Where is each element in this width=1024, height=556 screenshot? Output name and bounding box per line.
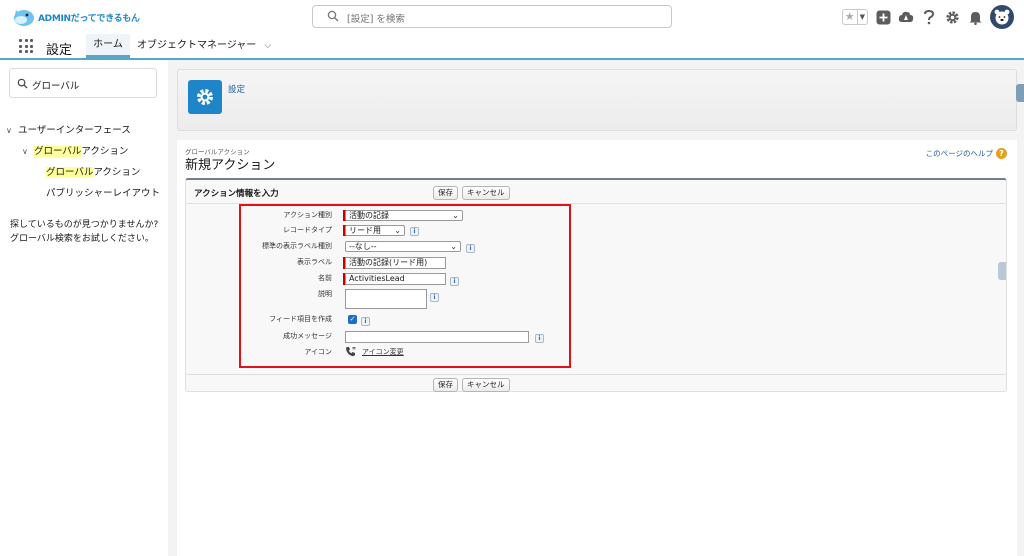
setup-sidebar: グローバル ∨ ユーザーインターフェース ∨ グローバルアクション グローバルアクシ… [0,60,168,556]
search-placeholder: [設定] を検索 [347,14,405,25]
tab-object-manager[interactable]: オブジェクトマネージャー ⌵ [137,34,271,58]
tab-object-manager-label: オブジェクトマネージャー [137,40,257,51]
global-actions-add-icon[interactable] [875,9,891,25]
sidebar-help-text: 探しているものが見つかりませんか? グローバル検索をお試しください。 [10,218,170,246]
search-icon [327,10,339,22]
quick-find-input[interactable]: グローバル [9,68,157,98]
setup-gear-icon [188,80,222,114]
page-title: 新規アクション [185,158,276,173]
panel-collapse-handle[interactable] [1016,84,1024,102]
banner-title: 設定 [228,85,246,95]
save-button-top[interactable]: 保存 [433,186,458,200]
setup-gear-icon[interactable] [944,9,960,25]
favorites-dropdown-icon[interactable]: ▼ [856,10,867,24]
quick-find-value: グローバル [32,81,80,92]
header-actions: ★ ▼ [841,4,1014,30]
tree-item-label: パブリッシャーレイアウト [46,188,161,199]
save-button-bottom[interactable]: 保存 [433,378,458,392]
favorites-button[interactable]: ★ ▼ [841,9,868,25]
tree-item-global-actions-folder[interactable]: ∨ グローバルアクション [22,143,128,157]
highlight-box [239,204,571,368]
dolphin-logo-icon [14,10,34,26]
form-footer-divider [186,374,1006,375]
help-question-icon: ? [996,148,1007,159]
search-match-highlight: グローバル [46,167,94,178]
tab-home-label: ホーム [93,39,123,50]
global-search-input[interactable]: [設定] を検索 [312,5,672,28]
app-nav-bar: 設定 ホーム オブジェクトマネージャー ⌵ [0,34,1024,60]
help-link-label: このページのヘルプ [925,149,993,158]
help-line-2: グローバル検索をお試しください。 [10,234,154,244]
notifications-bell-icon[interactable] [967,9,983,25]
star-icon: ★ [844,10,855,23]
bear-avatar-icon [994,9,1010,25]
chevron-down-icon[interactable]: ∨ [22,147,34,156]
tab-home[interactable]: ホーム [86,34,130,58]
help-icon[interactable] [921,9,937,25]
trailhead-cloud-icon[interactable] [898,9,914,25]
tree-item-user-interface[interactable]: ∨ ユーザーインターフェース [6,122,131,136]
chevron-down-icon[interactable]: ⌵ [264,34,271,58]
app-launcher-icon[interactable] [19,39,33,53]
tree-item-publisher-layouts[interactable]: パブリッシャーレイアウト [46,185,160,199]
tree-item-label: アクション [93,167,141,178]
global-header: ADMINだってできるもん [設定] を検索 ★ ▼ [0,0,1024,34]
search-icon [17,78,28,89]
app-name: 設定 [46,43,73,58]
form-section-header: アクション情報を入力 保存 キャンセル [186,180,1006,204]
tree-item-label: アクション [81,146,129,157]
help-for-this-page-link[interactable]: このページのヘルプ ? [926,148,1007,159]
help-line-1: 探しているものが見つかりませんか? [10,220,159,230]
side-collapse-handle[interactable] [998,262,1006,280]
search-match-highlight: グローバル [34,146,82,157]
cancel-button-bottom[interactable]: キャンセル [462,378,510,392]
form-section-title: アクション情報を入力 [194,189,279,199]
brand-logo[interactable]: ADMINだってできるもん [12,4,140,30]
logo-text: ADMINだってできるもん [38,14,140,24]
tree-item-label: ユーザーインターフェース [18,125,131,136]
user-avatar[interactable] [990,5,1014,29]
cancel-button-top[interactable]: キャンセル [462,186,510,200]
setup-banner: 設定 [177,69,1017,131]
tree-item-global-actions[interactable]: グローバルアクション [46,164,140,178]
chevron-down-icon[interactable]: ∨ [6,126,18,135]
